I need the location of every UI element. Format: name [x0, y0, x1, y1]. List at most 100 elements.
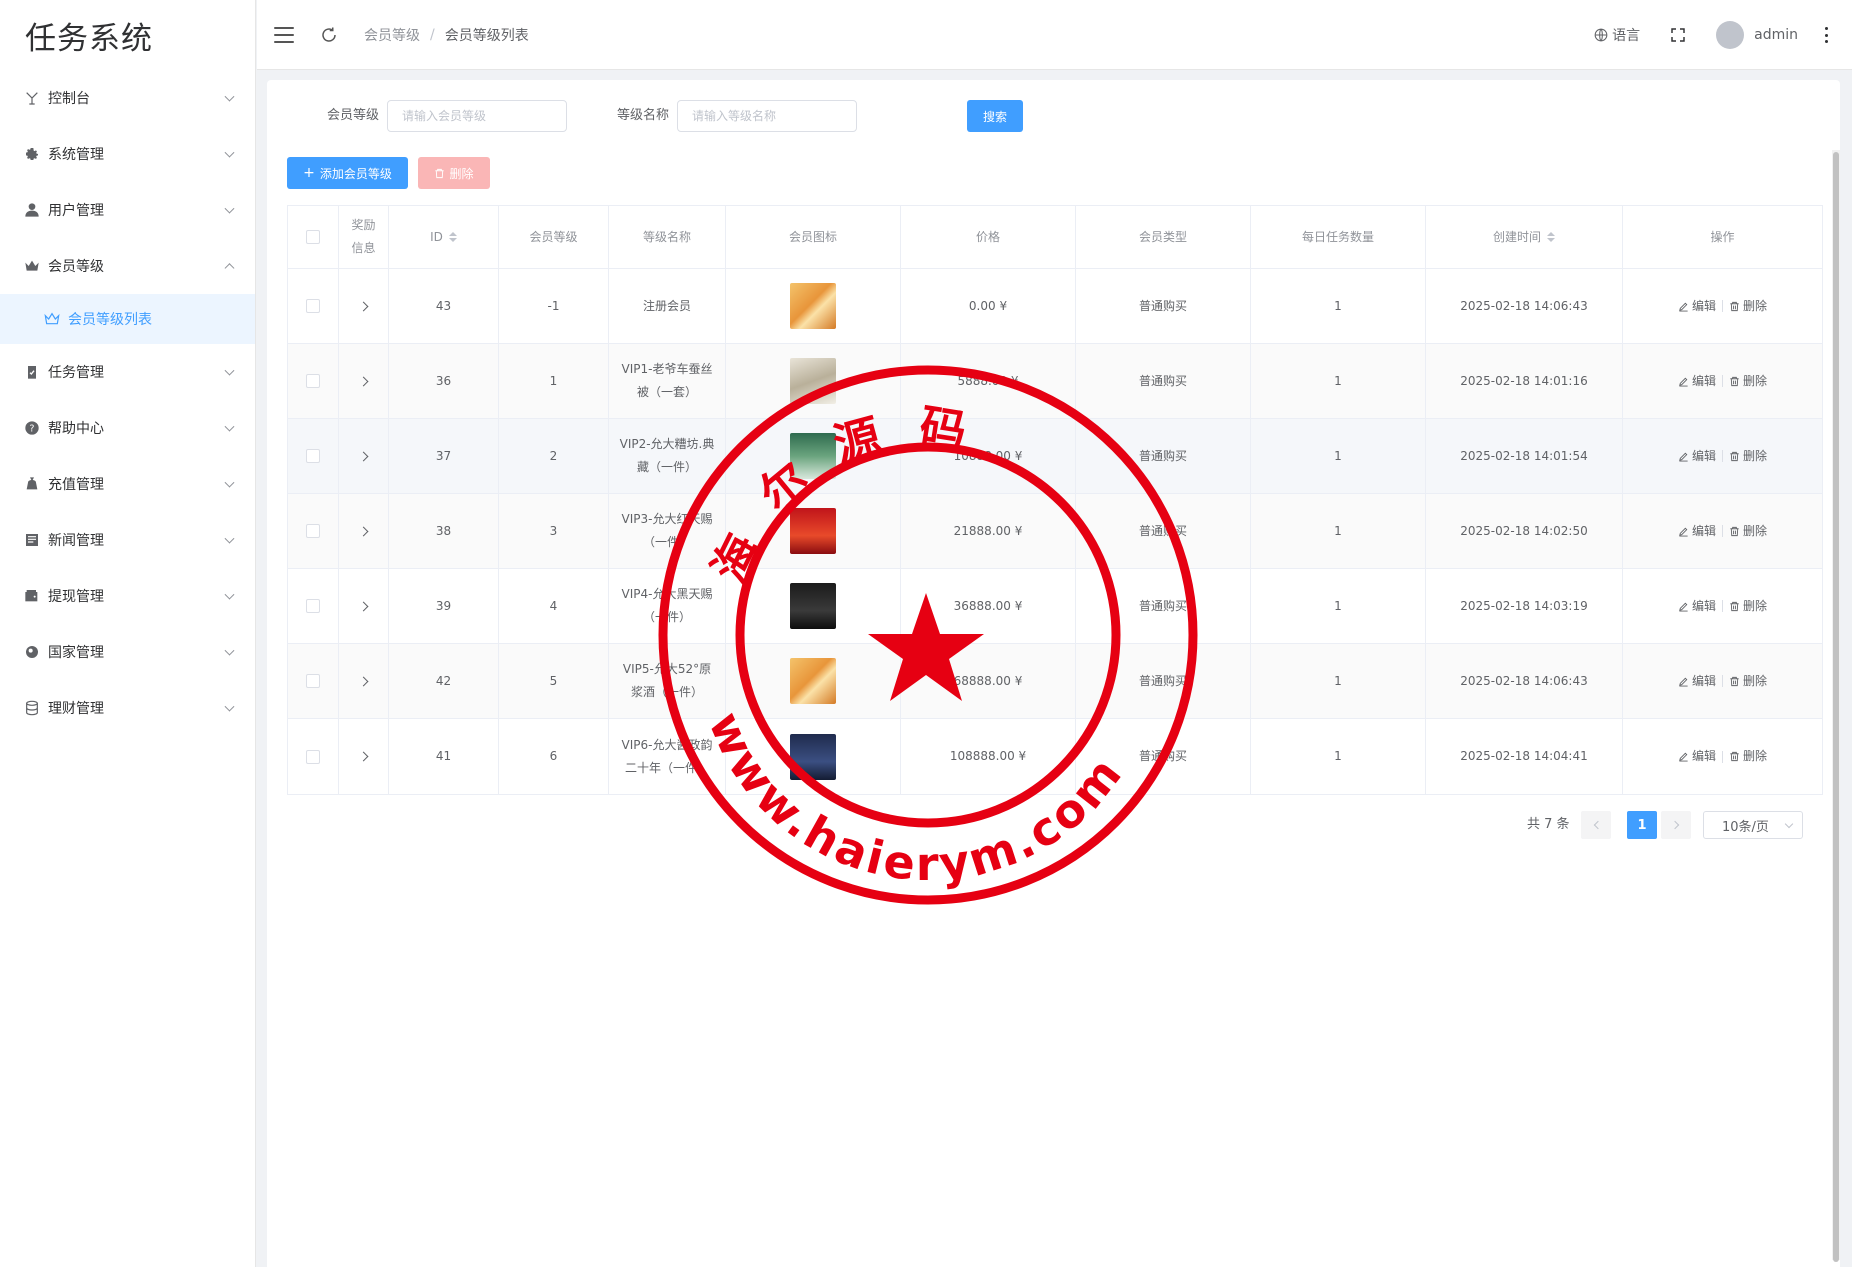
table-cell: 43	[389, 269, 499, 343]
cell-id: 42	[435, 673, 452, 688]
table-row[interactable]: 36 1 VIP1-老爷车蚕丝被（一套） 5888.00 ¥ 普通购买 1 2025-02-…	[288, 344, 1822, 419]
row-checkbox[interactable]	[306, 524, 320, 538]
edit-button[interactable]: 编辑	[1678, 670, 1716, 693]
more-vertical-icon[interactable]	[1824, 27, 1828, 43]
expand-row-icon[interactable]	[358, 676, 369, 686]
avatar[interactable]	[1716, 21, 1745, 49]
sidebar-item-1[interactable]: 系统管理	[0, 126, 255, 182]
sidebar-subitem-member-level-list[interactable]: 会员等级列表	[0, 294, 255, 344]
row-checkbox[interactable]	[306, 374, 320, 388]
action-divider	[1722, 375, 1723, 387]
sidebar-item-6[interactable]: 充值管理	[0, 456, 255, 512]
table-row[interactable]: 42 5 VIP5-允大52°原浆酒（一件） 68888.00 ¥ 普通购买 1 2025-…	[288, 644, 1822, 719]
table-body: 43 -1 注册会员 0.00 ¥ 普通购买 1 2025-02-18 14:06:43 编辑…	[288, 269, 1822, 794]
expand-row-icon[interactable]	[358, 526, 369, 536]
table-cell	[288, 644, 339, 718]
sidebar-item-8[interactable]: 提现管理	[0, 568, 255, 624]
sort-icon[interactable]	[1547, 232, 1555, 242]
row-checkbox[interactable]	[306, 749, 320, 764]
page-number-current[interactable]: 1	[1627, 811, 1657, 839]
table-cell: 108888.00 ¥	[901, 719, 1076, 794]
table-row[interactable]: 38 3 VIP3-允大红天赐（一件） 21888.00 ¥ 普通购买 1 2025-02-…	[288, 494, 1822, 569]
row-checkbox[interactable]	[306, 449, 320, 463]
expand-row-icon[interactable]	[358, 376, 369, 386]
edit-button[interactable]: 编辑	[1678, 520, 1716, 543]
row-actions: 编辑 删除	[1678, 745, 1767, 768]
scrollbar[interactable]	[1832, 150, 1840, 1262]
edit-button[interactable]: 编辑	[1678, 370, 1716, 393]
sidebar-item-10[interactable]: 理财管理	[0, 680, 255, 736]
level-name-input[interactable]	[677, 100, 857, 132]
member-level-input[interactable]	[387, 100, 567, 132]
hamburger-menu-icon[interactable]	[274, 26, 294, 43]
cell-price: 21888.00 ¥	[953, 523, 1023, 538]
scrollbar-thumb[interactable]	[1833, 152, 1839, 1262]
user-icon	[24, 202, 40, 218]
expand-row-icon[interactable]	[358, 301, 369, 311]
expand-row-icon[interactable]	[358, 601, 369, 611]
sort-icon[interactable]	[448, 232, 457, 242]
header-id[interactable]: ID	[389, 206, 499, 268]
delete-button[interactable]: 删除	[1729, 370, 1767, 393]
batch-delete-label: 删除	[449, 166, 474, 181]
sidebar-item-0[interactable]: 控制台	[0, 70, 255, 126]
table-cell: 1	[1251, 644, 1426, 718]
row-checkbox[interactable]	[306, 674, 320, 688]
table-cell: 2025-02-18 14:06:43	[1426, 644, 1623, 718]
edit-label: 编辑	[1691, 448, 1716, 463]
prev-page-button[interactable]	[1581, 811, 1611, 839]
sidebar-item-9[interactable]: 国家管理	[0, 624, 255, 680]
delete-button[interactable]: 删除	[1729, 745, 1767, 768]
next-page-button[interactable]	[1661, 811, 1691, 839]
delete-button[interactable]: 删除	[1729, 295, 1767, 318]
search-button[interactable]: 搜索	[967, 100, 1023, 132]
edit-button[interactable]: 编辑	[1678, 745, 1716, 768]
language-switcher[interactable]: 语言	[1594, 25, 1640, 45]
page-size-select[interactable]: 10条/页	[1703, 811, 1803, 839]
chevron-down-icon	[224, 645, 235, 656]
select-all-checkbox[interactable]	[306, 230, 320, 244]
header-created-time[interactable]: 创建时间	[1426, 206, 1623, 268]
fullscreen-icon[interactable]	[1670, 27, 1686, 43]
cell-member-type: 普通购买	[1138, 673, 1187, 688]
table-cell: 普通购买	[1076, 644, 1251, 718]
refresh-icon[interactable]	[320, 26, 338, 44]
delete-button[interactable]: 删除	[1729, 595, 1767, 618]
edit-icon	[1679, 602, 1688, 612]
table-row[interactable]: 39 4 VIP4-允大黑天赐（一件） 36888.00 ¥ 普通购买 1 2025-02-…	[288, 569, 1822, 644]
username[interactable]: admin	[1754, 27, 1798, 43]
cell-level-name: VIP6-允大酱政韵二十年（一件）	[621, 737, 713, 775]
sidebar-item-7[interactable]: 新闻管理	[0, 512, 255, 568]
sidebar-item-5[interactable]: ? 帮助中心	[0, 400, 255, 456]
chevron-down-icon	[1784, 819, 1794, 829]
delete-button[interactable]: 删除	[1729, 520, 1767, 543]
table-row[interactable]: 37 2 VIP2-允大糟坊.典藏（一件） 10888.00 ¥ 普通购买 1 2025-0…	[288, 419, 1822, 494]
table-cell	[726, 719, 901, 794]
row-checkbox[interactable]	[306, 299, 320, 313]
delete-button[interactable]: 删除	[1729, 445, 1767, 468]
sidebar-item-3[interactable]: 会员等级	[0, 238, 255, 294]
sidebar-item-2[interactable]: 用户管理	[0, 182, 255, 238]
cell-id: 41	[435, 749, 452, 763]
row-checkbox[interactable]	[306, 599, 320, 613]
batch-delete-button[interactable]: 删除	[418, 157, 490, 189]
member-icon-image	[790, 733, 836, 780]
expand-row-icon[interactable]	[358, 751, 369, 762]
cell-member-type: 普通购买	[1138, 598, 1187, 613]
breadcrumb-item-member-level[interactable]: 会员等级	[364, 25, 420, 45]
edit-button[interactable]: 编辑	[1678, 595, 1716, 618]
row-actions: 编辑 删除	[1678, 295, 1767, 318]
table-row[interactable]: 43 -1 注册会员 0.00 ¥ 普通购买 1 2025-02-18 14:06:43 编辑…	[288, 269, 1822, 344]
expand-row-icon[interactable]	[358, 451, 369, 461]
cell-created-time: 2025-02-18 14:04:41	[1460, 749, 1588, 763]
edit-button[interactable]: 编辑	[1678, 445, 1716, 468]
delete-button[interactable]: 删除	[1729, 670, 1767, 693]
chevron-up-icon	[224, 263, 235, 274]
sidebar-item-4[interactable]: 任务管理	[0, 344, 255, 400]
add-member-level-button[interactable]: + 添加会员等级	[287, 157, 408, 189]
table-row[interactable]: 41 6 VIP6-允大酱政韵二十年（一件） 108888.00 ¥ 普通购买 1 2025…	[288, 719, 1822, 794]
database-icon	[24, 700, 40, 716]
member-icon-image	[790, 658, 836, 704]
table-cell: 普通购买	[1076, 419, 1251, 493]
edit-button[interactable]: 编辑	[1678, 295, 1716, 318]
